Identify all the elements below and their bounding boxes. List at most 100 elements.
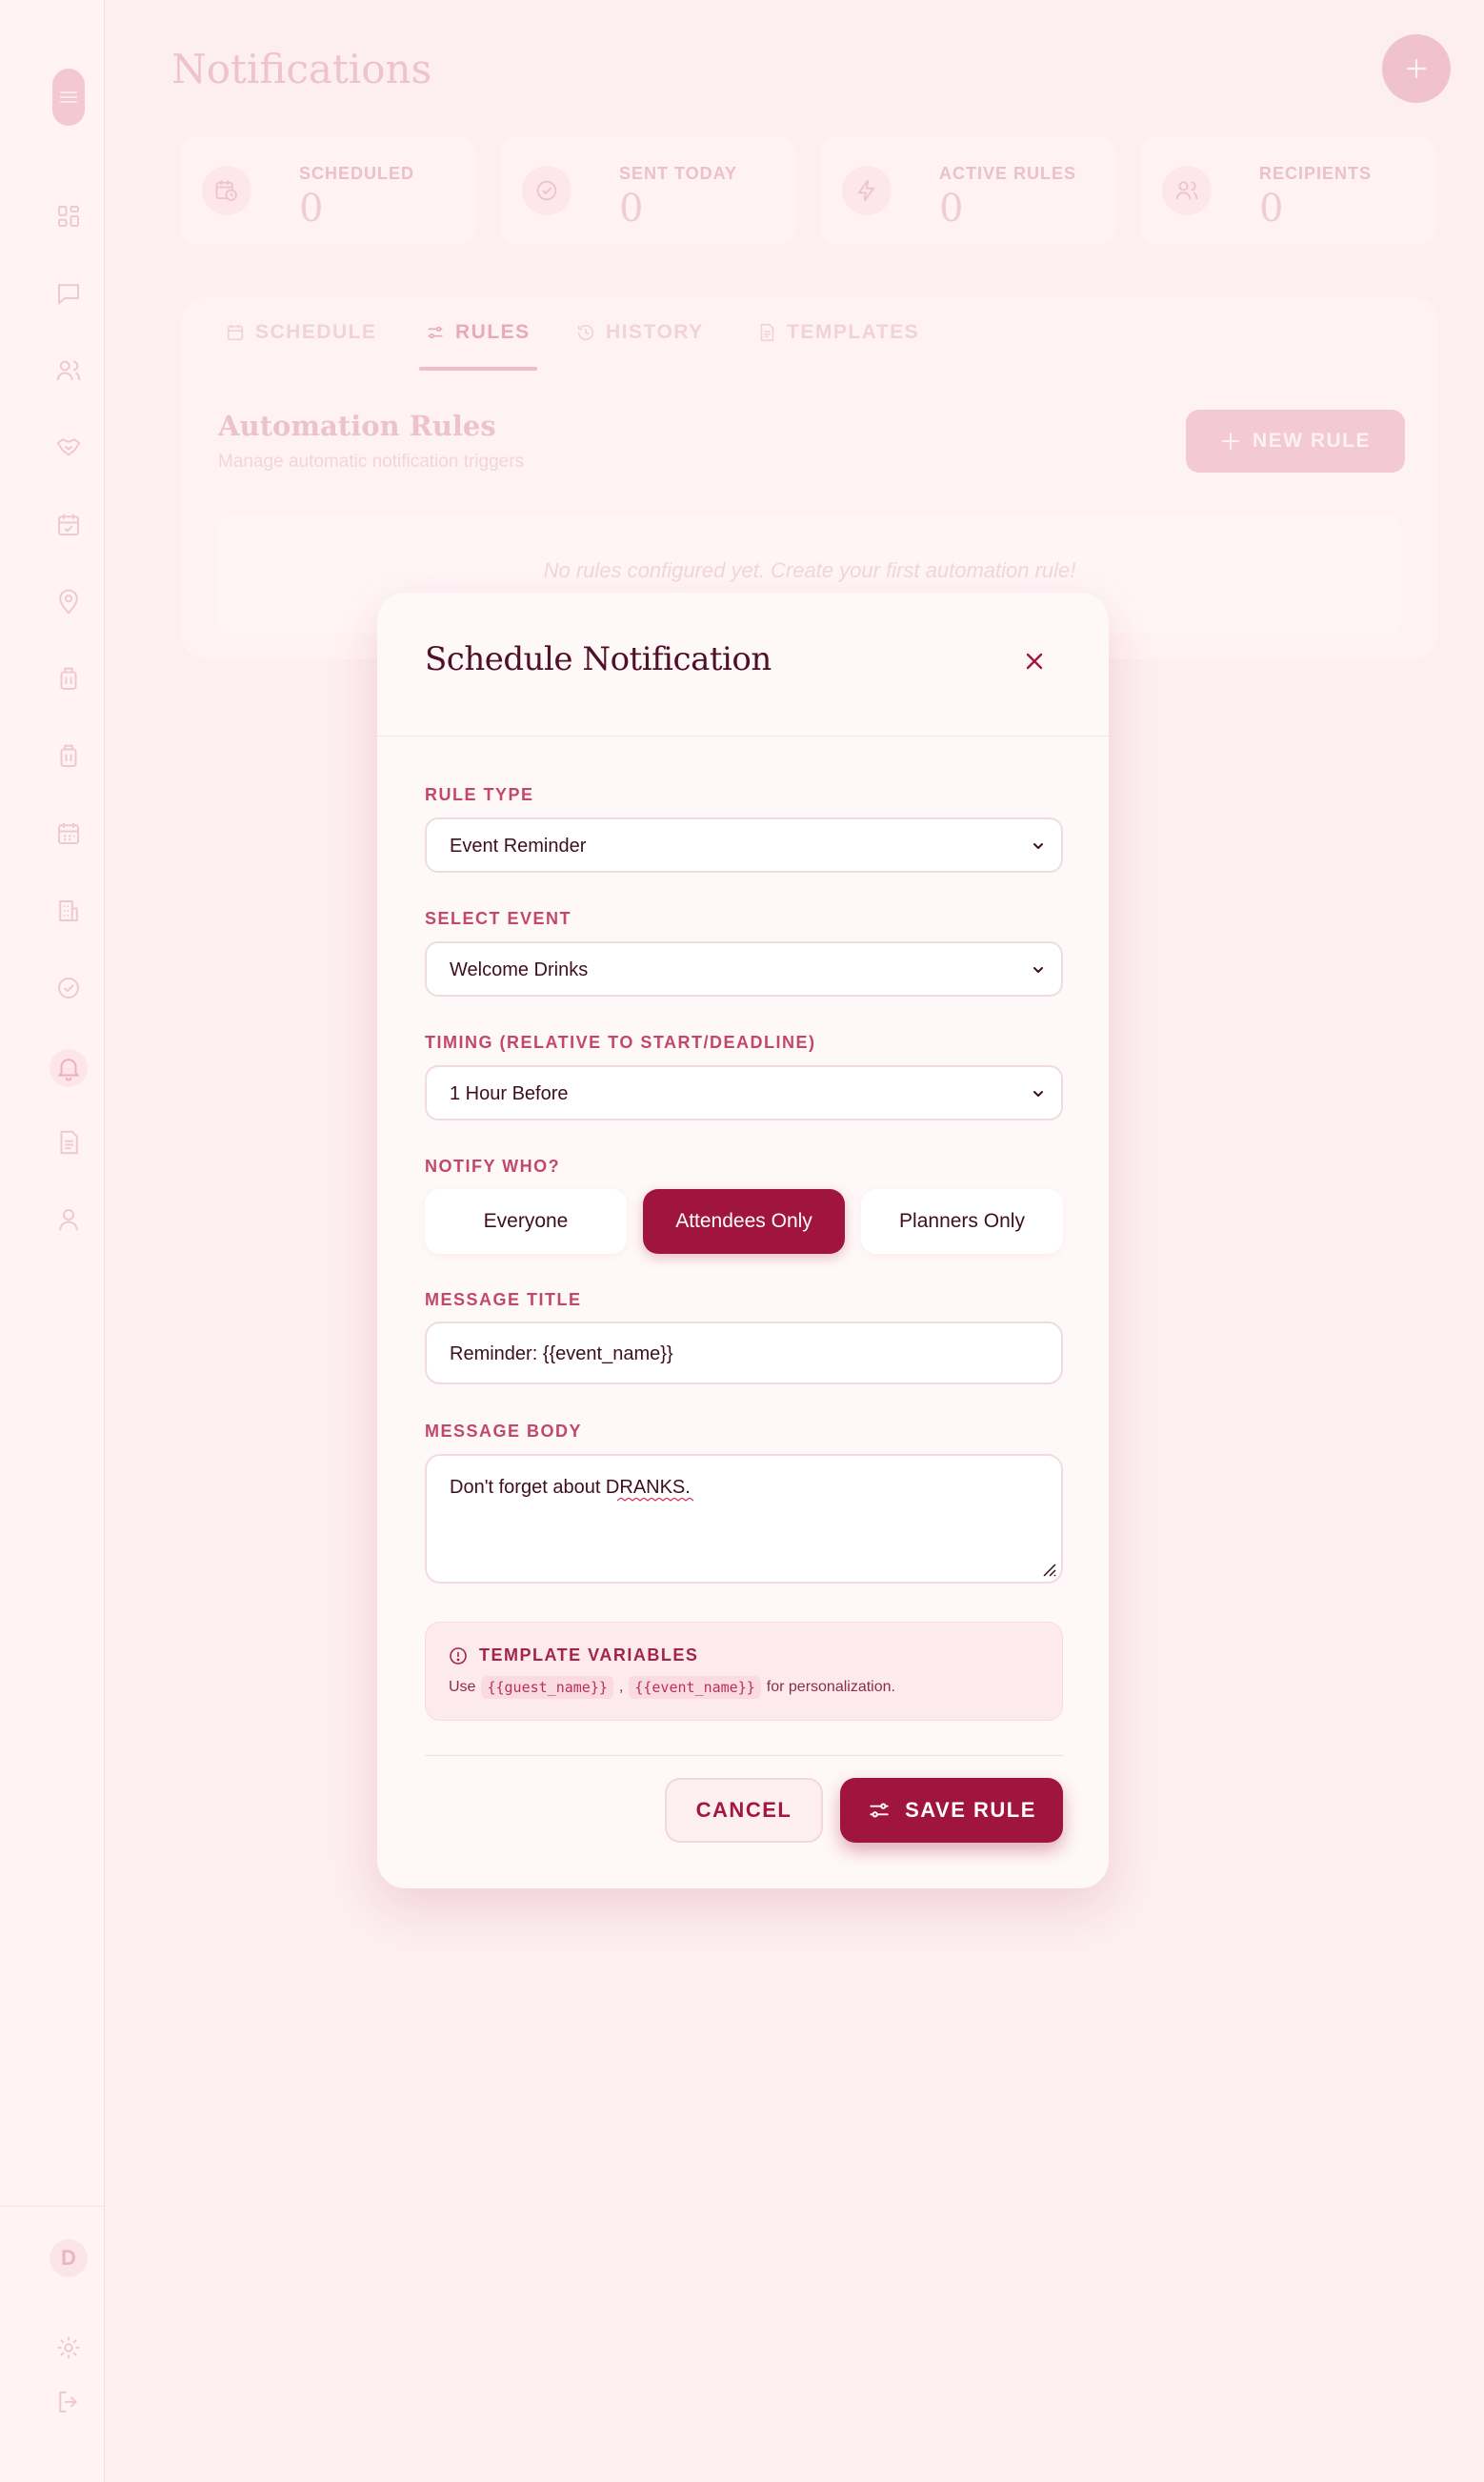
modal-header-divider [377, 736, 1109, 737]
info-icon [450, 1646, 467, 1665]
empty-state-message: No rules configured yet. Create your fir… [543, 558, 1076, 582]
save-rule-button[interactable]: SAVE RULE [840, 1778, 1063, 1843]
sidebar-item-calendar[interactable] [52, 817, 85, 850]
stat-label: ACTIVE RULES [939, 164, 1077, 183]
close-button[interactable] [1017, 644, 1052, 678]
stat-label: SENT TODAY [619, 164, 738, 183]
active-tab-indicator [419, 367, 537, 371]
notify-who-label: NOTIFY WHO? [425, 1157, 561, 1176]
sidebar-item-venues[interactable] [52, 586, 85, 618]
bell-icon [57, 1059, 80, 1081]
cancel-button[interactable]: CANCEL [665, 1778, 823, 1843]
document-icon [60, 1130, 78, 1155]
calendar-icon [58, 822, 79, 844]
rule-type-label: RULE TYPE [425, 785, 534, 804]
info-prefix: Use [449, 1679, 476, 1695]
sliders-icon [428, 326, 443, 339]
resize-handle-icon[interactable] [1038, 1559, 1057, 1578]
user-icon [59, 1209, 78, 1231]
stat-card-active-rules: ACTIVE RULES 0 [821, 137, 1116, 244]
logout-button[interactable] [52, 2386, 85, 2418]
message-body-value: Don't forget about DRANKS. [450, 1477, 691, 1498]
sidebar-item-travel[interactable] [52, 663, 85, 696]
sidebar-item-accommodation[interactable] [52, 895, 85, 927]
handshake-icon [56, 438, 81, 456]
sidebar-item-transport[interactable] [52, 740, 85, 773]
sidebar-item-guests[interactable] [52, 354, 85, 387]
sidebar-item-messages[interactable] [52, 277, 85, 310]
sidebar-item-schedule[interactable] [52, 509, 85, 541]
select-event-label: SELECT EVENT [425, 909, 572, 928]
stat-card-scheduled: SCHEDULED 0 [181, 137, 476, 244]
new-rule-label: NEW RULE [1253, 430, 1371, 452]
modal-title: Schedule Notification [425, 640, 772, 678]
info-suffix: for personalization. [766, 1679, 895, 1695]
rule-type-select[interactable]: Event Reminder [425, 817, 1063, 873]
tab-label: HISTORY [606, 321, 704, 343]
sidebar-item-vendors[interactable] [52, 432, 85, 464]
notify-option-planners-only[interactable]: Planners Only [861, 1189, 1063, 1254]
logout-icon [59, 2391, 77, 2412]
message-body-label: MESSAGE BODY [425, 1422, 583, 1441]
stat-card-sent-today: SENT TODAY 0 [501, 137, 796, 244]
history-icon [577, 324, 594, 341]
check-circle-icon [58, 978, 79, 999]
tab-label: SCHEDULE [255, 321, 377, 343]
stat-value: 0 [939, 187, 964, 231]
sidebar-item-notifications[interactable] [50, 1049, 88, 1087]
rule-type-value: Event Reminder [450, 836, 587, 857]
timing-value: 1 Hour Before [450, 1083, 569, 1104]
tab-history[interactable]: HISTORY [575, 318, 704, 347]
avatar[interactable]: D [50, 2239, 88, 2277]
template-variables-heading: TEMPLATE VARIABLES [449, 1645, 698, 1665]
message-body-textarea[interactable]: Don't forget about DRANKS. [425, 1454, 1063, 1584]
stat-label: SCHEDULED [299, 164, 415, 183]
rules-title: Automation Rules [218, 410, 496, 442]
message-title-input[interactable]: Reminder: {{event_name}} [425, 1322, 1063, 1384]
gear-icon [57, 2336, 80, 2359]
sliders-icon [870, 1803, 889, 1818]
tab-rules[interactable]: RULES [425, 318, 531, 347]
stat-value: 0 [299, 187, 324, 231]
select-event-select[interactable]: Welcome Drinks [425, 941, 1063, 997]
sidebar-divider [0, 2206, 105, 2207]
schedule-notification-modal: Schedule Notification RULE TYPE Event Re… [377, 593, 1109, 1888]
sidebar-item-profile[interactable] [52, 1203, 85, 1236]
stat-label: RECIPIENTS [1259, 164, 1373, 183]
notify-option-everyone[interactable]: Everyone [425, 1189, 627, 1254]
document-icon [760, 323, 774, 342]
tab-label: RULES [455, 321, 531, 343]
tab-templates[interactable]: TEMPLATES [756, 318, 919, 347]
stat-value: 0 [619, 187, 644, 231]
timing-select[interactable]: 1 Hour Before [425, 1065, 1063, 1120]
tab-label: TEMPLATES [787, 321, 920, 343]
message-title-value: Reminder: {{event_name}} [450, 1343, 673, 1364]
sidebar-item-documents[interactable] [52, 1126, 85, 1159]
building-icon [59, 900, 78, 921]
calendar-check-icon [58, 514, 79, 535]
close-icon [1026, 653, 1043, 670]
lightning-icon [842, 166, 892, 215]
check-circle-icon [522, 166, 572, 215]
chevron-down-icon [1033, 843, 1043, 849]
dashboard-icon [58, 206, 79, 227]
sidebar-item-tasks[interactable] [52, 972, 85, 1004]
users-icon [1162, 166, 1212, 215]
luggage-icon [60, 744, 77, 767]
map-pin-icon [59, 589, 78, 615]
guest-name-variable: {{guest_name}} [481, 1676, 613, 1699]
plus-icon [1222, 433, 1239, 450]
template-variables-text: Use {{guest_name}} , {{event_name}} for … [449, 1676, 895, 1699]
luggage-icon [60, 667, 77, 690]
add-notification-button[interactable] [1382, 34, 1451, 103]
settings-button[interactable] [52, 2331, 85, 2364]
sidebar: D [0, 0, 105, 2482]
notify-option-attendees-only[interactable]: Attendees Only [643, 1189, 845, 1254]
rules-subtitle: Manage automatic notification triggers [218, 452, 525, 472]
menu-toggle-button[interactable] [52, 69, 85, 126]
menu-icon [60, 91, 77, 103]
new-rule-button[interactable]: NEW RULE [1186, 410, 1405, 473]
sidebar-item-dashboard[interactable] [52, 200, 85, 232]
stat-card-recipients: RECIPIENTS 0 [1141, 137, 1436, 244]
tab-schedule[interactable]: SCHEDULE [225, 318, 377, 347]
